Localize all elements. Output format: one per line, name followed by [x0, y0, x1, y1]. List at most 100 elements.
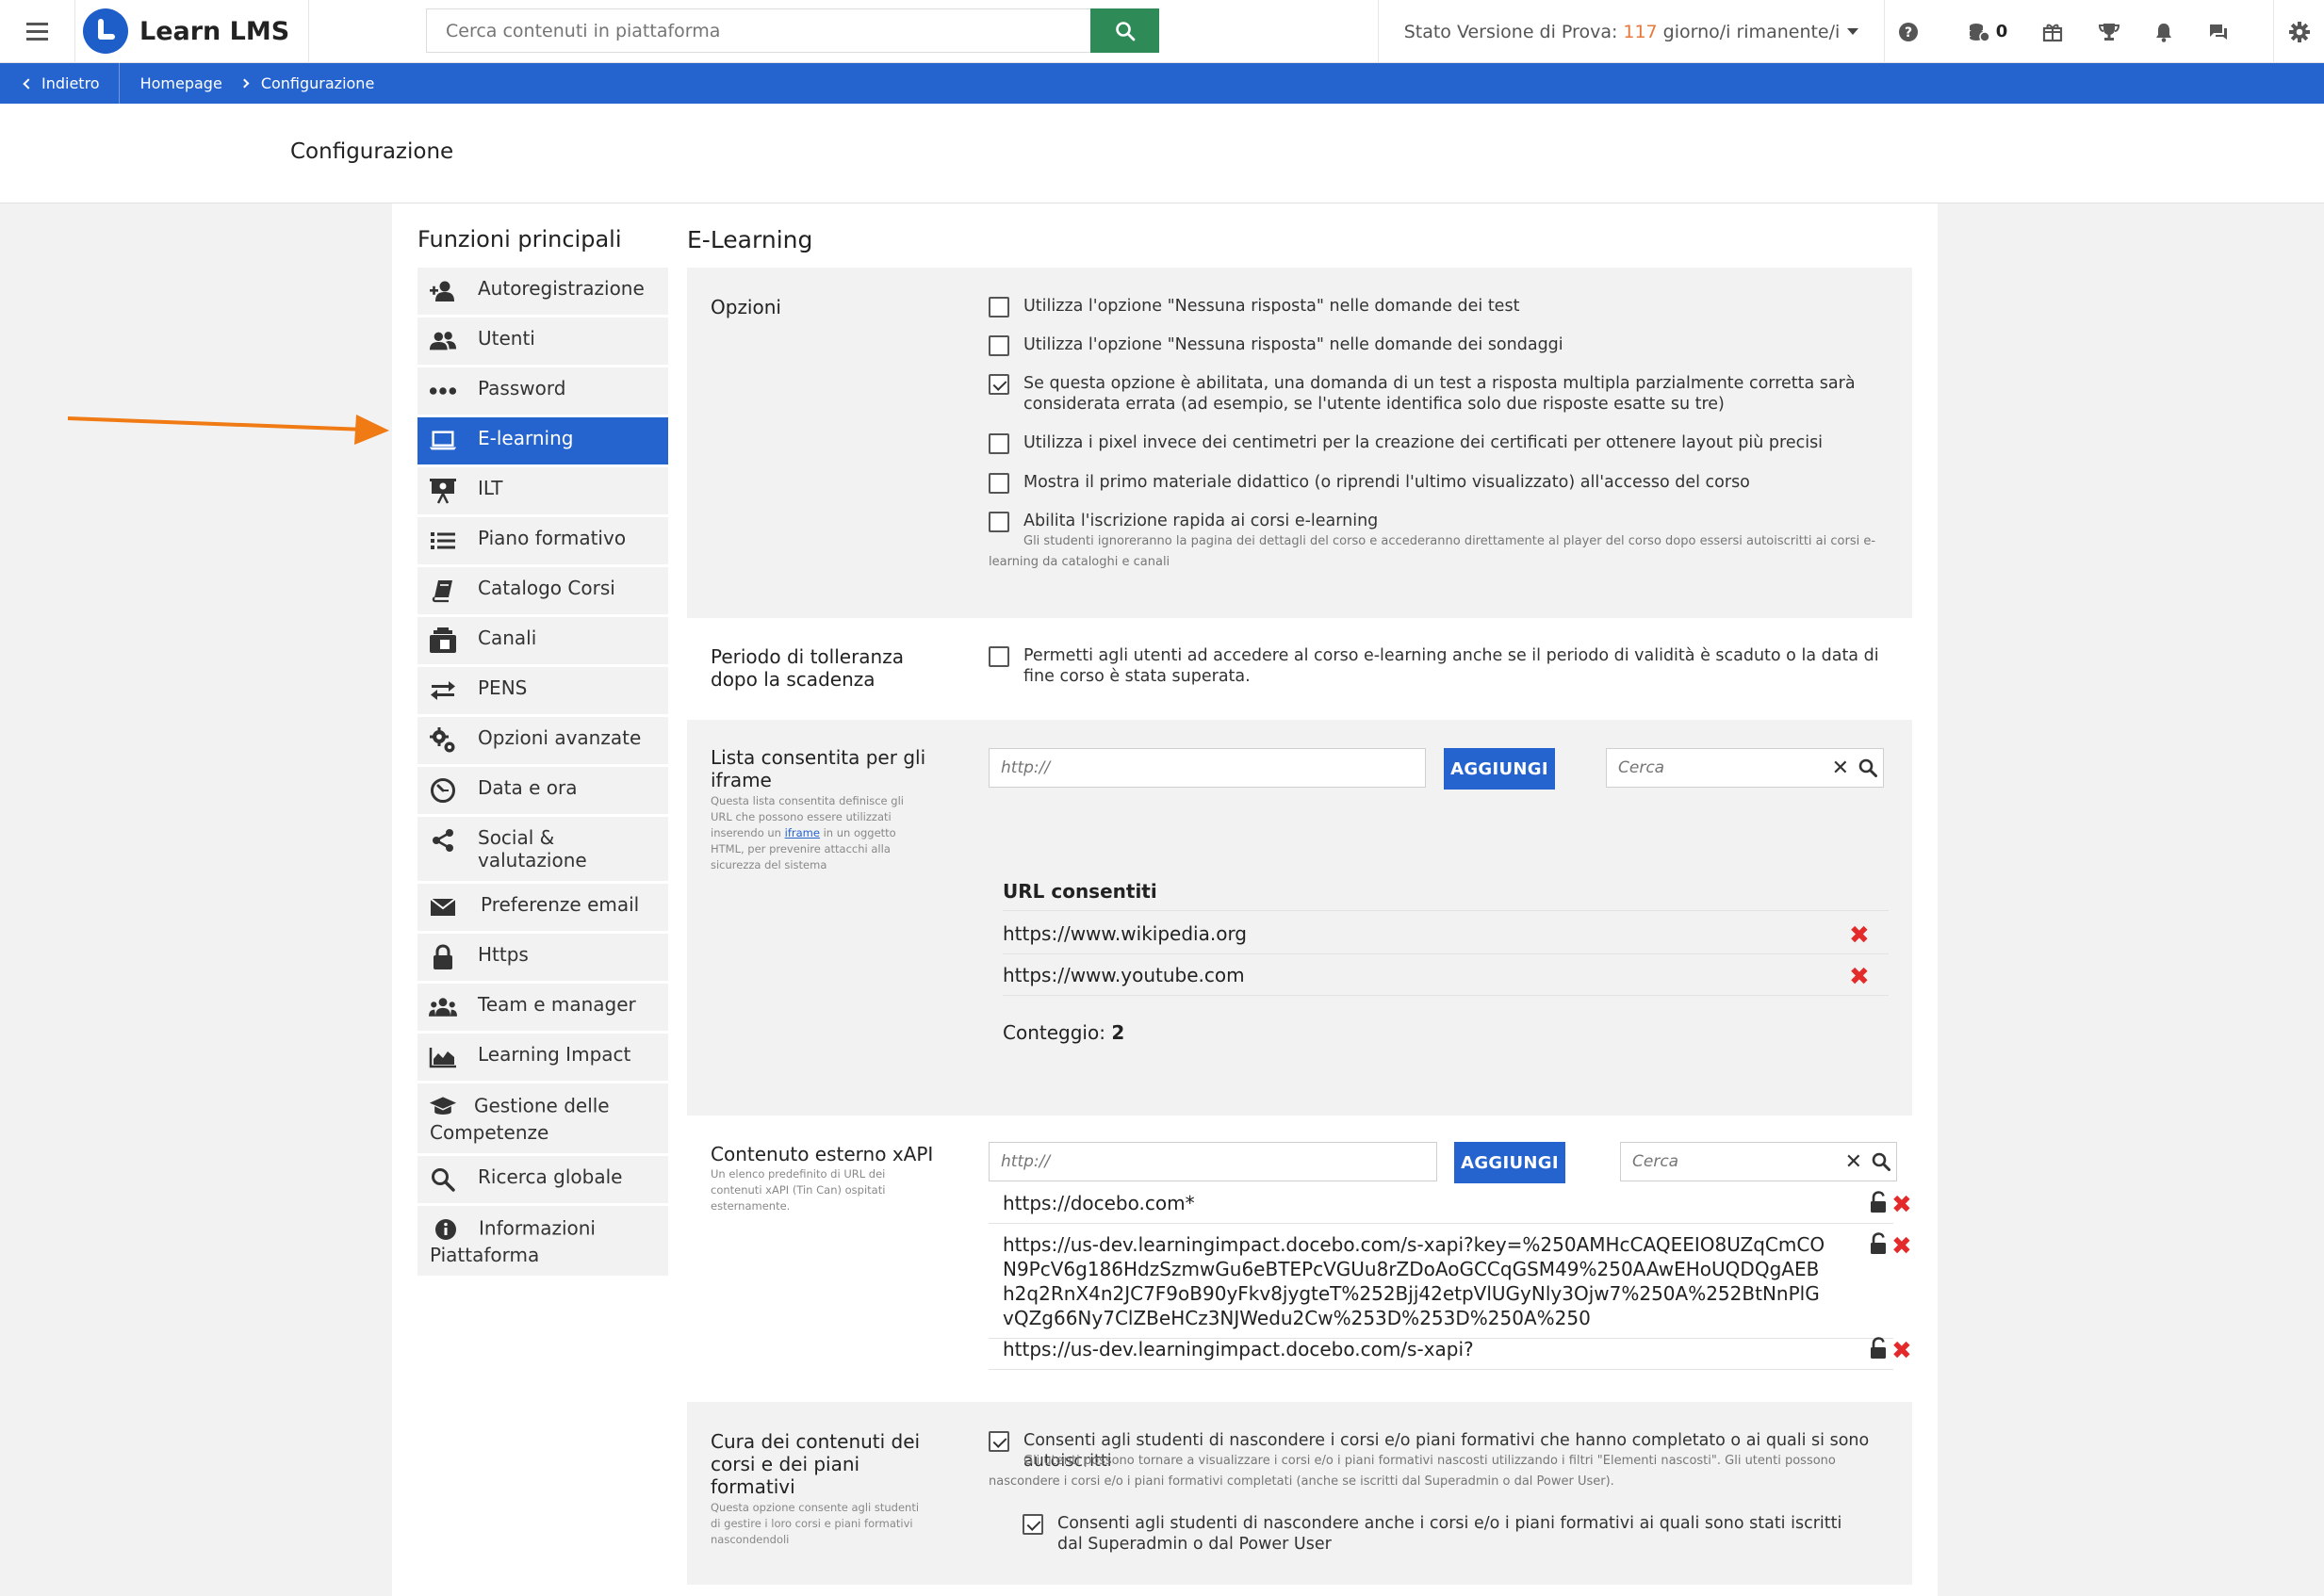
iframe-url-input[interactable] — [989, 748, 1426, 788]
messages-icon[interactable] — [2198, 0, 2239, 63]
svg-text:?: ? — [1905, 25, 1912, 41]
coins-icon — [1969, 23, 1990, 42]
gift-icon[interactable] — [2032, 0, 2073, 63]
search-icon[interactable] — [1858, 758, 1877, 777]
checkbox[interactable] — [989, 297, 1009, 318]
option-partial-correct[interactable]: Se questa opzione è abilitata, una doman… — [989, 373, 1893, 415]
sidebar-item-preferenze-email[interactable]: Preferenze email — [417, 884, 668, 934]
chevron-left-icon — [23, 77, 34, 90]
sidebar-item-https[interactable]: Https — [417, 934, 668, 984]
content-curation-section: Cura dei contenuti dei corsi e dei piani… — [687, 1402, 1912, 1585]
breadcrumb-home[interactable]: Homepage — [120, 74, 222, 92]
hamburger-menu-icon[interactable] — [0, 0, 75, 63]
clear-icon[interactable]: ✕ — [1832, 757, 1849, 780]
sidebar-item-label: Https — [478, 943, 529, 966]
iframe-search: ✕ — [1606, 748, 1884, 788]
unlock-icon[interactable] — [1869, 1191, 1890, 1213]
sidebar-item-gestione-competenze[interactable]: Gestione delle Competenze — [417, 1083, 668, 1156]
help-icon[interactable]: ? — [1885, 0, 1932, 63]
sidebar-item-opzioni-avanzate[interactable]: Opzioni avanzate — [417, 717, 668, 767]
sidebar-item-label: Piano formativo — [478, 527, 627, 549]
brand-logo[interactable]: Learn LMS — [75, 0, 310, 63]
sidebar-item-canali[interactable]: Canali — [417, 617, 668, 667]
dots-icon — [429, 377, 457, 405]
book-icon — [429, 577, 457, 605]
options-label: Opzioni — [711, 296, 781, 318]
xapi-add-button[interactable]: AGGIUNGI — [1454, 1142, 1565, 1183]
back-link[interactable]: Indietro — [0, 63, 120, 104]
checkbox-checked[interactable] — [989, 1431, 1009, 1452]
trophy-icon[interactable] — [2088, 0, 2130, 63]
xapi-url-row: https://us-dev.learningimpact.docebo.com… — [989, 1337, 1893, 1370]
url-text: https://us-dev.learningimpact.docebo.com… — [1003, 1233, 1825, 1329]
checkbox[interactable] — [989, 433, 1009, 454]
sidebar-item-label: Catalogo Corsi — [478, 577, 615, 599]
clear-icon[interactable]: ✕ — [1845, 1150, 1862, 1174]
option-first-material[interactable]: Mostra il primo materiale didattico (o r… — [989, 472, 1893, 494]
sidebar-item-catalogo-corsi[interactable]: Catalogo Corsi — [417, 567, 668, 617]
breadcrumb: Indietro Homepage Configurazione — [0, 63, 2324, 104]
page-title: Configurazione — [290, 139, 454, 164]
sidebar-item-password[interactable]: Password — [417, 367, 668, 417]
checkbox[interactable] — [989, 473, 1009, 494]
option-pixel-certificates[interactable]: Utilizza i pixel invece dei centimetri p… — [989, 432, 1893, 454]
presentation-icon — [429, 477, 457, 505]
grace-period-label: Periodo di tolleranza dopo la scadenza — [711, 645, 904, 691]
sidebar-item-label: Learning Impact — [478, 1043, 631, 1066]
bell-icon[interactable] — [2143, 0, 2185, 63]
xapi-label: Contenuto esterno xAPI — [711, 1143, 934, 1165]
option-no-answer-surveys[interactable]: Utilizza l'opzione "Nessuna risposta" ne… — [989, 334, 1893, 356]
credits-indicator[interactable]: 0 — [1960, 0, 2015, 63]
sidebar-item-autoregistrazione[interactable]: Autoregistrazione — [417, 268, 668, 318]
xapi-search-input[interactable] — [1621, 1152, 1845, 1171]
iframe-desc-link[interactable]: iframe — [785, 826, 820, 839]
option-grace-period[interactable]: Permetti agli utenti ad accedere al cors… — [989, 645, 1893, 687]
unlock-icon[interactable] — [1869, 1232, 1890, 1255]
lock-icon — [429, 943, 457, 971]
checkbox-checked[interactable] — [1023, 1514, 1043, 1535]
delete-icon[interactable]: ✖ — [1891, 1193, 1912, 1217]
xapi-url-row: https://docebo.com* — [989, 1191, 1893, 1224]
xapi-url-input[interactable] — [989, 1142, 1437, 1181]
sidebar-item-e-learning[interactable]: E-learning — [417, 417, 668, 467]
delete-icon[interactable]: ✖ — [1891, 1339, 1912, 1363]
sidebar-item-ilt[interactable]: ILT — [417, 467, 668, 517]
sidebar-item-pens[interactable]: PENS — [417, 667, 668, 717]
sidebar-item-label: Social & valutazione — [478, 826, 587, 871]
envelope-icon — [429, 893, 457, 921]
trial-status-dropdown[interactable]: Stato Versione di Prova: 117 giorno/i ri… — [1378, 0, 1885, 63]
unlock-icon[interactable] — [1869, 1337, 1890, 1360]
sidebar-item-informazioni-piattaforma[interactable]: Informazioni Piattaforma — [417, 1206, 668, 1278]
checkbox-checked[interactable] — [989, 374, 1009, 395]
iframe-add-button[interactable]: AGGIUNGI — [1444, 748, 1555, 790]
arrows-icon — [429, 676, 457, 705]
sidebar-item-team-e-manager[interactable]: Team e manager — [417, 984, 668, 1034]
checkbox[interactable] — [989, 512, 1009, 532]
option-hide-admin-enrolled[interactable]: Consenti agli studenti di nascondere anc… — [1023, 1513, 1871, 1555]
back-label: Indietro — [41, 74, 100, 92]
iframe-search-input[interactable] — [1607, 758, 1832, 777]
laptop-icon — [429, 427, 457, 455]
xapi-section: Contenuto esterno xAPI Un elenco predefi… — [687, 1119, 1912, 1398]
delete-icon[interactable]: ✖ — [1849, 923, 1870, 948]
option-text: Mostra il primo materiale didattico (o r… — [1023, 473, 1750, 492]
global-search-input[interactable] — [427, 9, 1090, 52]
sidebar-item-data-e-ora[interactable]: Data e ora — [417, 767, 668, 817]
sidebar-item-ricerca-globale[interactable]: Ricerca globale — [417, 1156, 668, 1206]
search-button[interactable] — [1090, 8, 1159, 53]
sidebar-item-learning-impact[interactable]: Learning Impact — [417, 1034, 668, 1083]
option-quick-enrollment[interactable]: Abilita l'iscrizione rapida ai corsi e-l… — [989, 511, 1893, 532]
checkbox[interactable] — [989, 335, 1009, 356]
team-icon — [429, 993, 457, 1021]
sidebar-item-utenti[interactable]: Utenti — [417, 318, 668, 367]
sidebar-item-label: Utenti — [478, 327, 535, 350]
checkbox[interactable] — [989, 646, 1009, 667]
sidebar-item-social-valutazione[interactable]: Social & valutazione — [417, 817, 668, 884]
search-icon[interactable] — [1872, 1152, 1890, 1171]
sidebar-item-piano-formativo[interactable]: Piano formativo — [417, 517, 668, 567]
iframe-description: Questa lista consentita definisce gli UR… — [711, 793, 927, 873]
delete-icon[interactable]: ✖ — [1849, 965, 1870, 989]
option-no-answer-tests[interactable]: Utilizza l'opzione "Nessuna risposta" ne… — [989, 296, 1893, 318]
settings-gear-icon[interactable] — [2273, 0, 2324, 63]
delete-icon[interactable]: ✖ — [1891, 1234, 1912, 1259]
